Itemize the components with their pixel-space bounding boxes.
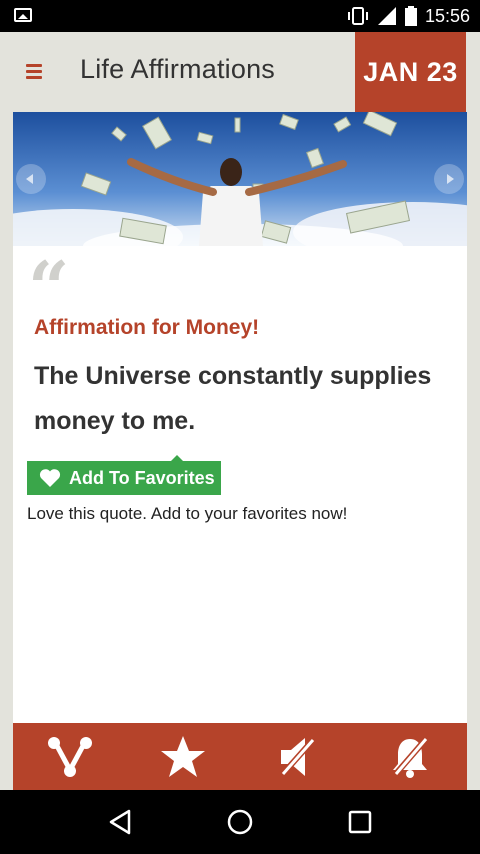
- star-icon: [161, 735, 206, 777]
- affirmation-category: Affirmation for Money!: [34, 316, 260, 339]
- battery-icon: [404, 6, 417, 26]
- bottom-toolbar: [13, 723, 467, 790]
- heart-icon: [39, 468, 61, 488]
- status-bar: 15:56: [0, 0, 480, 32]
- gallery-icon: [14, 8, 32, 22]
- add-to-favorites-label: Add To Favorites: [69, 467, 215, 488]
- date-badge: JAN 23: [355, 32, 466, 112]
- money-rain-illustration: [13, 112, 467, 246]
- system-nav-bar: [0, 790, 480, 854]
- app-header: Life Affirmations JAN 23: [0, 32, 480, 112]
- recents-icon: [348, 810, 372, 834]
- back-button[interactable]: [90, 792, 150, 852]
- status-time: 15:56: [424, 5, 470, 26]
- favorites-button[interactable]: [143, 723, 223, 790]
- quote-mark-icon: “: [28, 245, 70, 330]
- recents-button[interactable]: [330, 792, 390, 852]
- sound-off-icon: [278, 737, 315, 778]
- home-button[interactable]: [210, 792, 270, 852]
- affirmation-card: “ Affirmation for Money! The Universe co…: [13, 112, 467, 790]
- carousel-next-button[interactable]: [434, 164, 464, 194]
- home-icon: [227, 809, 253, 835]
- add-to-favorites-button[interactable]: Add To Favorites: [27, 455, 221, 495]
- banner-image: [13, 112, 467, 246]
- back-icon: [109, 809, 131, 835]
- status-icons: 15:56: [347, 4, 470, 28]
- signal-icon: [377, 7, 396, 25]
- notifications-toggle-button[interactable]: [370, 723, 450, 790]
- favorites-caption: Love this quote. Add to your favorites n…: [27, 504, 348, 523]
- notifications-off-icon: [391, 736, 429, 778]
- app-title: Life Affirmations: [80, 54, 275, 84]
- share-icon: [47, 736, 92, 777]
- sound-toggle-button[interactable]: [257, 723, 337, 790]
- share-button[interactable]: [30, 723, 110, 790]
- affirmation-text: The Universe constantly supplies money t…: [34, 362, 432, 435]
- app-screen: Life Affirmations JAN 23 “ Affirmation f…: [0, 32, 480, 790]
- vibrate-icon: [347, 7, 368, 25]
- carousel-prev-button[interactable]: [16, 164, 46, 194]
- hamburger-menu-icon[interactable]: [26, 64, 42, 80]
